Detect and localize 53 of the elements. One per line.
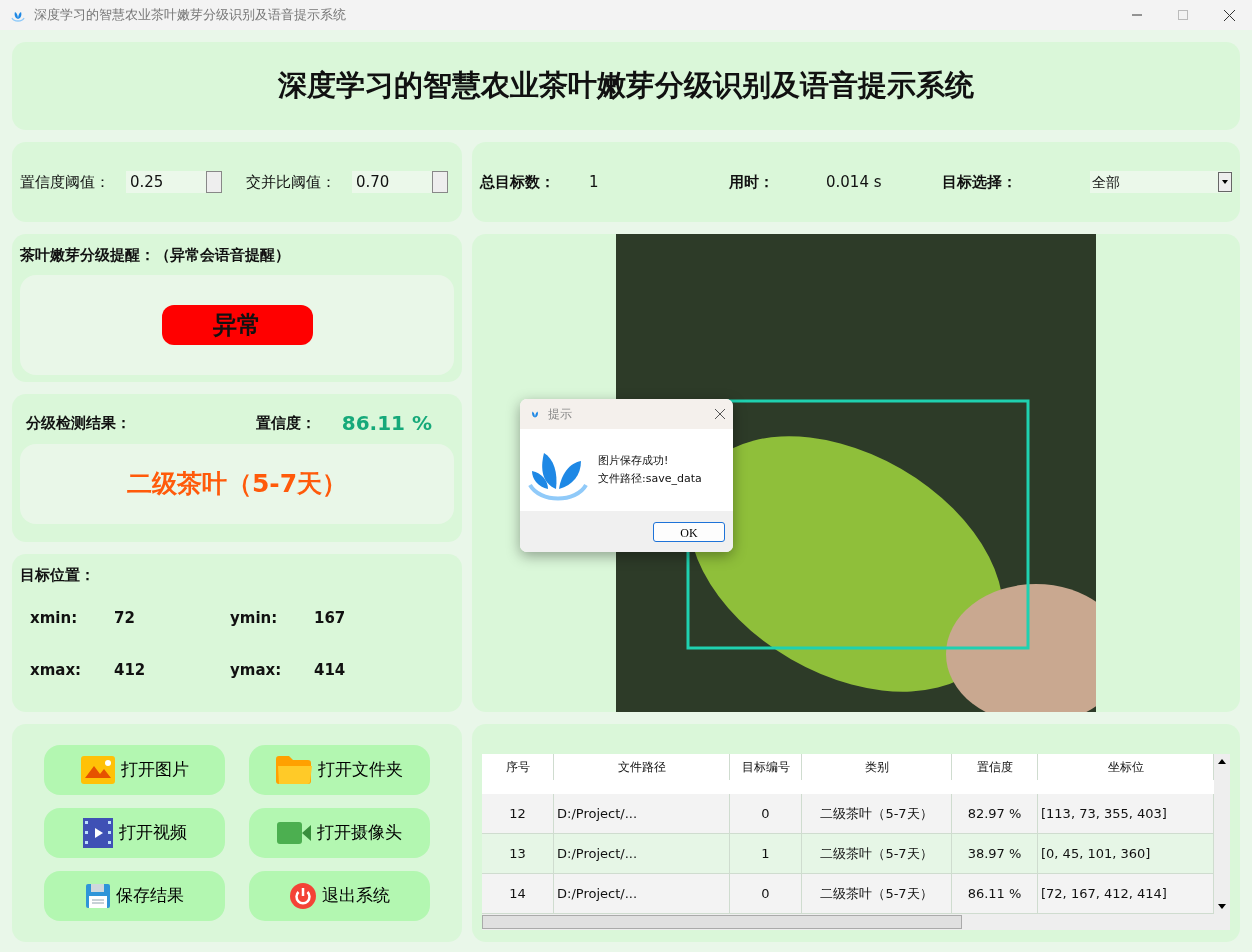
action-button[interactable]: 打开摄像头 — [249, 808, 430, 858]
column-header: 目标编号 — [730, 754, 802, 780]
action-button[interactable]: 打开文件夹 — [249, 745, 430, 795]
window-title: 深度学习的智慧农业茶叶嫩芽分级识别及语音提示系统 — [34, 6, 346, 25]
status-badge: 异常 — [161, 304, 313, 345]
column-header: 置信度 — [952, 754, 1038, 780]
action-button[interactable]: 打开图片 — [44, 745, 225, 795]
coord-label: xmin: — [30, 607, 79, 629]
confidence-label: 置信度： — [255, 412, 316, 434]
close-icon[interactable] — [1223, 9, 1235, 21]
coord-value: 412 — [114, 660, 147, 681]
folder-icon — [276, 756, 312, 784]
alert-title: 茶叶嫩芽分级提醒：（异常会语音提醒） — [20, 245, 291, 266]
vertical-scrollbar[interactable] — [1214, 754, 1230, 914]
coord-value: 72 — [114, 607, 136, 629]
confidence-value: 86.11 % — [341, 410, 432, 437]
coord-label: xmax: — [30, 660, 83, 681]
grade-text: 二级茶叶（5-7天） — [126, 468, 348, 501]
picture-icon — [80, 756, 115, 784]
dialog-message: 文件路径:save_data — [598, 471, 702, 487]
action-button[interactable]: 保存结果 — [44, 871, 225, 921]
total-value: 1 — [589, 171, 600, 193]
spin-field[interactable]: 0.25 — [126, 171, 222, 193]
target-select[interactable]: 全部 — [1090, 171, 1232, 193]
app-title: 深度学习的智慧农业茶叶嫩芽分级识别及语音提示系统 — [12, 42, 1240, 130]
dialog-title: 提示 — [548, 406, 572, 423]
save-icon — [85, 884, 110, 908]
dialog-message: 图片保存成功! — [598, 453, 670, 469]
threshold-label: 交并比阈值： — [246, 171, 336, 193]
action-button[interactable]: 退出系统 — [249, 871, 430, 921]
ok-button[interactable]: OK — [653, 521, 725, 542]
film-icon — [82, 818, 113, 848]
coord-label: ymin: — [230, 607, 279, 629]
action-button[interactable]: 打开视频 — [44, 808, 225, 858]
result-label: 分级检测结果： — [26, 412, 131, 434]
time-value: 0.014 s — [826, 171, 883, 193]
horizontal-scrollbar[interactable] — [482, 914, 1230, 930]
column-header: 类别 — [802, 754, 952, 780]
close-icon[interactable] — [715, 409, 725, 419]
video-camera-icon — [277, 822, 311, 844]
threshold-label: 置信度阈值： — [20, 171, 110, 193]
caret-icon[interactable] — [1218, 172, 1232, 192]
target-select-label: 目标选择： — [942, 171, 1017, 193]
position-title: 目标位置： — [20, 565, 96, 586]
column-header: 文件路径 — [554, 754, 730, 780]
coord-value: 167 — [314, 607, 347, 629]
total-label: 总目标数： — [480, 171, 555, 193]
spin-field[interactable]: 0.70 — [352, 171, 448, 193]
coord-label: ymax: — [230, 660, 283, 681]
time-label: 用时： — [729, 171, 774, 193]
coord-value: 414 — [314, 660, 347, 681]
column-header: 序号 — [482, 754, 554, 780]
power-icon — [289, 883, 316, 909]
